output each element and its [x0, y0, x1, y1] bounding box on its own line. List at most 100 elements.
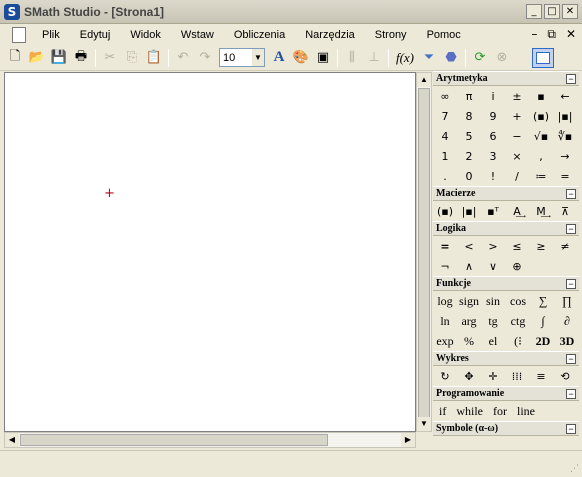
ctg-button[interactable]: ctg [505, 311, 531, 331]
menu-insert[interactable]: Wstaw [173, 29, 226, 41]
stop-icon[interactable]: ⊗ [491, 47, 513, 69]
not-equal-button[interactable]: ≠ [553, 236, 577, 256]
digit-4-button[interactable]: 4 [433, 126, 457, 146]
while-button[interactable]: while [456, 404, 483, 419]
arg-button[interactable]: arg [457, 311, 481, 331]
save-icon[interactable]: 💾 [48, 47, 70, 69]
close-button[interactable]: ✕ [562, 4, 578, 19]
section-symbols-header[interactable]: Symbole (α-ω) − [433, 421, 579, 436]
system-button[interactable]: (⁝ [505, 331, 531, 351]
border-icon[interactable]: ▣ [312, 47, 334, 69]
scroll-down-icon[interactable]: ▼ [417, 417, 431, 431]
digit-3-button[interactable]: 3 [481, 146, 505, 166]
open-folder-icon[interactable]: 📂 [26, 47, 48, 69]
matrix-column-button[interactable]: M͢ [529, 201, 553, 221]
function-icon[interactable]: f(x) [392, 47, 418, 69]
for-button[interactable]: for [493, 404, 507, 419]
or-button[interactable]: ∨ [481, 256, 505, 276]
greater-than-button[interactable]: > [481, 236, 505, 256]
horizontal-scroll-thumb[interactable] [20, 434, 328, 446]
scroll-right-icon[interactable]: ▶ [401, 433, 415, 447]
section-logic-header[interactable]: Logika − [433, 221, 579, 236]
absolute-button[interactable]: |▪| [553, 106, 577, 126]
mdi-close-icon[interactable]: ✕ [566, 27, 576, 42]
cut-icon[interactable]: ✂ [99, 47, 121, 69]
sin-button[interactable]: sin [481, 291, 505, 311]
lines-icon[interactable]: ≡ [529, 366, 553, 386]
panel-toggle-button[interactable] [532, 48, 554, 68]
resize-grip-icon[interactable]: ⋰ [570, 464, 579, 474]
collapse-icon[interactable]: − [566, 423, 576, 434]
product-button[interactable]: ∏ [555, 291, 579, 311]
mdi-minimize-icon[interactable]: – [531, 27, 537, 42]
maximize-button[interactable]: □ [544, 4, 560, 19]
collapse-icon[interactable]: − [566, 73, 576, 84]
zoom-icon[interactable]: ✥ [457, 366, 481, 386]
cross-product-button[interactable]: ⊼ [553, 201, 577, 221]
factorial-button[interactable]: ! [481, 166, 505, 186]
digit-7-button[interactable]: 7 [433, 106, 457, 126]
nth-root-button[interactable]: ∜▪ [553, 126, 577, 146]
transpose-button[interactable]: ▪ᵀ [481, 201, 505, 221]
collapse-icon[interactable]: − [566, 278, 576, 289]
exp-button[interactable]: exp [433, 331, 457, 351]
greater-equal-button[interactable]: ≥ [529, 236, 553, 256]
section-functions-header[interactable]: Funkcje − [433, 276, 579, 291]
redo-icon[interactable]: ↷ [194, 47, 216, 69]
digit-5-button[interactable]: 5 [457, 126, 481, 146]
integral-button[interactable]: ∫ [531, 311, 555, 331]
menu-tools[interactable]: Narzędzia [297, 29, 367, 41]
multiply-button[interactable]: × [505, 146, 529, 166]
vertical-scroll-thumb[interactable] [418, 88, 430, 418]
refresh-plot-icon[interactable]: ⟲ [553, 366, 577, 386]
section-matrices-header[interactable]: Macierze − [433, 186, 579, 201]
collapse-icon[interactable]: − [566, 353, 576, 364]
align-horizontal-icon[interactable]: ⫼ [341, 47, 363, 69]
units-icon[interactable]: ⬣ [440, 47, 462, 69]
section-programming-header[interactable]: Programowanie − [433, 386, 579, 401]
less-than-button[interactable]: < [457, 236, 481, 256]
plus-minus-button[interactable]: ± [505, 86, 529, 106]
rotate-icon[interactable]: ↻ [433, 366, 457, 386]
cos-button[interactable]: cos [505, 291, 531, 311]
undo-icon[interactable]: ↶ [172, 47, 194, 69]
color-palette-icon[interactable]: 🎨 [290, 47, 312, 69]
section-plot-header[interactable]: Wykres − [433, 351, 579, 366]
menu-file[interactable]: Plik [34, 29, 72, 41]
digit-2-button[interactable]: 2 [457, 146, 481, 166]
font-size-select[interactable]: 10 ▼ [219, 48, 265, 67]
comma-button[interactable]: , [529, 146, 553, 166]
worksheet-canvas[interactable]: + [4, 72, 416, 432]
plot-2d-button[interactable]: 2D [531, 331, 555, 351]
menu-pages[interactable]: Strony [367, 29, 419, 41]
collapse-icon[interactable]: − [566, 223, 576, 234]
digit-6-button[interactable]: 6 [481, 126, 505, 146]
menu-view[interactable]: Widok [122, 29, 173, 41]
matrix-insert-button[interactable]: (▪) [433, 201, 457, 221]
matrix-element-button[interactable]: A͢ [505, 201, 529, 221]
ln-button[interactable]: ln [433, 311, 457, 331]
scroll-up-icon[interactable]: ▲ [417, 73, 431, 87]
digit-0-button[interactable]: 0 [457, 166, 481, 186]
if-button[interactable]: if [439, 404, 446, 419]
copy-icon[interactable]: ⎘ [121, 47, 143, 69]
digit-8-button[interactable]: 8 [457, 106, 481, 126]
index-button[interactable]: ▪ [529, 86, 553, 106]
boolean-equal-button[interactable]: = [433, 236, 457, 256]
percent-button[interactable]: % [457, 331, 481, 351]
scroll-left-icon[interactable]: ◀ [5, 433, 19, 447]
determinant-button[interactable]: |▪| [457, 201, 481, 221]
collapse-icon[interactable]: − [566, 388, 576, 399]
digit-9-button[interactable]: 9 [481, 106, 505, 126]
digit-1-button[interactable]: 1 [433, 146, 457, 166]
text-format-icon[interactable]: A [268, 47, 290, 69]
line-button[interactable]: line [517, 404, 535, 419]
horizontal-scrollbar[interactable]: ◀ ▶ [4, 432, 416, 448]
new-file-icon[interactable]: 🗋 [4, 47, 26, 69]
and-button[interactable]: ∧ [457, 256, 481, 276]
imaginary-button[interactable]: i [481, 86, 505, 106]
menu-calculation[interactable]: Obliczenia [226, 29, 297, 41]
infinity-button[interactable]: ∞ [433, 86, 457, 106]
divide-button[interactable]: / [505, 166, 529, 186]
derivative-button[interactable]: ∂ [555, 311, 579, 331]
